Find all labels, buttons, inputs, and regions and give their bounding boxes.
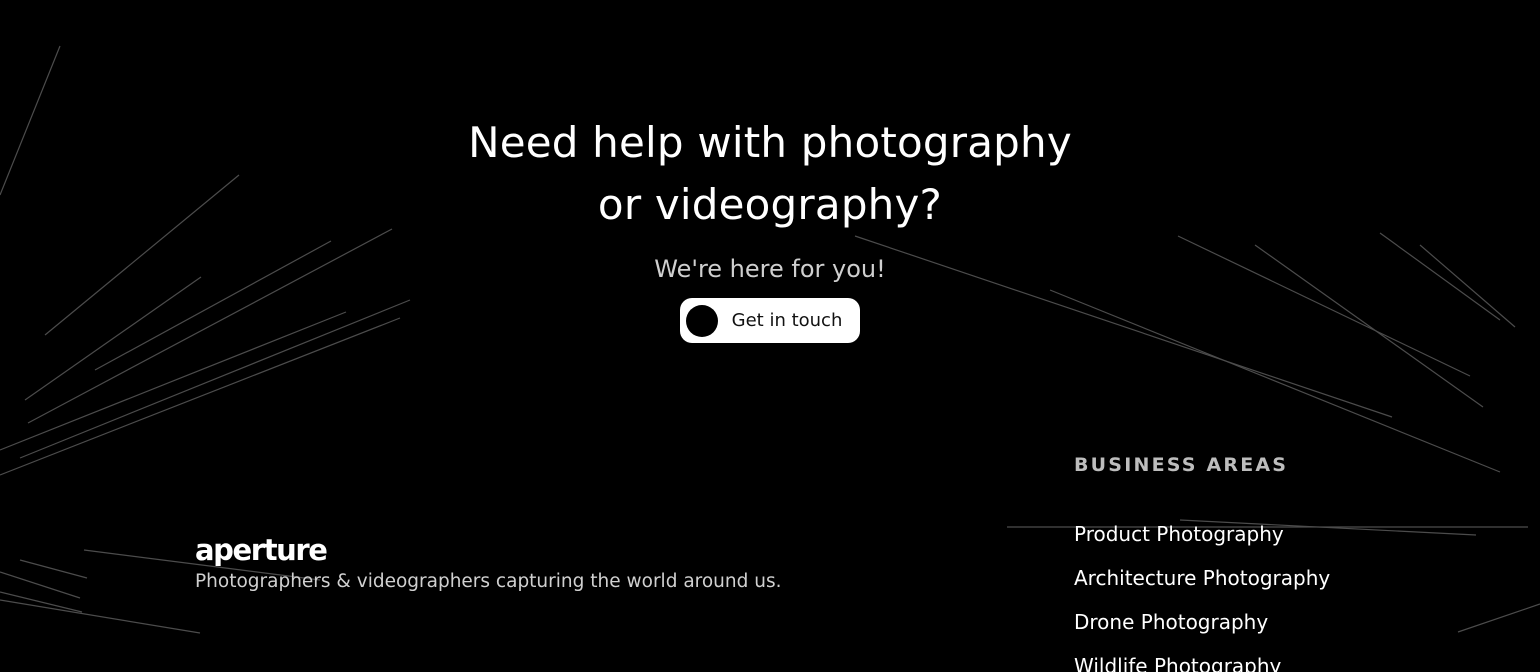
business-area-link-drone-photography[interactable]: Drone Photography xyxy=(1074,600,1330,644)
aperture-logo[interactable]: aperture xyxy=(195,532,782,568)
get-in-touch-button[interactable]: Get in touch xyxy=(680,298,860,343)
hero-section: Need help with photography or videograph… xyxy=(0,112,1540,343)
business-areas-nav: BUSINESS AREAS Product Photography Archi… xyxy=(1074,452,1330,672)
business-areas-list: Product Photography Architecture Photogr… xyxy=(1074,512,1330,672)
circle-icon xyxy=(686,304,718,337)
business-area-link-wildlife-photography[interactable]: Wildlife Photography xyxy=(1074,644,1330,672)
business-area-link-product-photography[interactable]: Product Photography xyxy=(1074,512,1330,556)
get-in-touch-label: Get in touch xyxy=(731,310,843,331)
hero-title: Need help with photography or videograph… xyxy=(0,112,1540,236)
business-area-link-architecture-photography[interactable]: Architecture Photography xyxy=(1074,556,1330,600)
footer-brand: aperture Photographers & videographers c… xyxy=(195,532,782,594)
hero-subtitle: We're here for you! xyxy=(654,255,886,283)
brand-tagline: Photographers & videographers capturing … xyxy=(195,571,782,592)
business-areas-heading: BUSINESS AREAS xyxy=(1074,454,1289,476)
hero-title-line-2: or videography? xyxy=(597,180,943,229)
hero-title-line-1: Need help with photography xyxy=(468,118,1072,167)
